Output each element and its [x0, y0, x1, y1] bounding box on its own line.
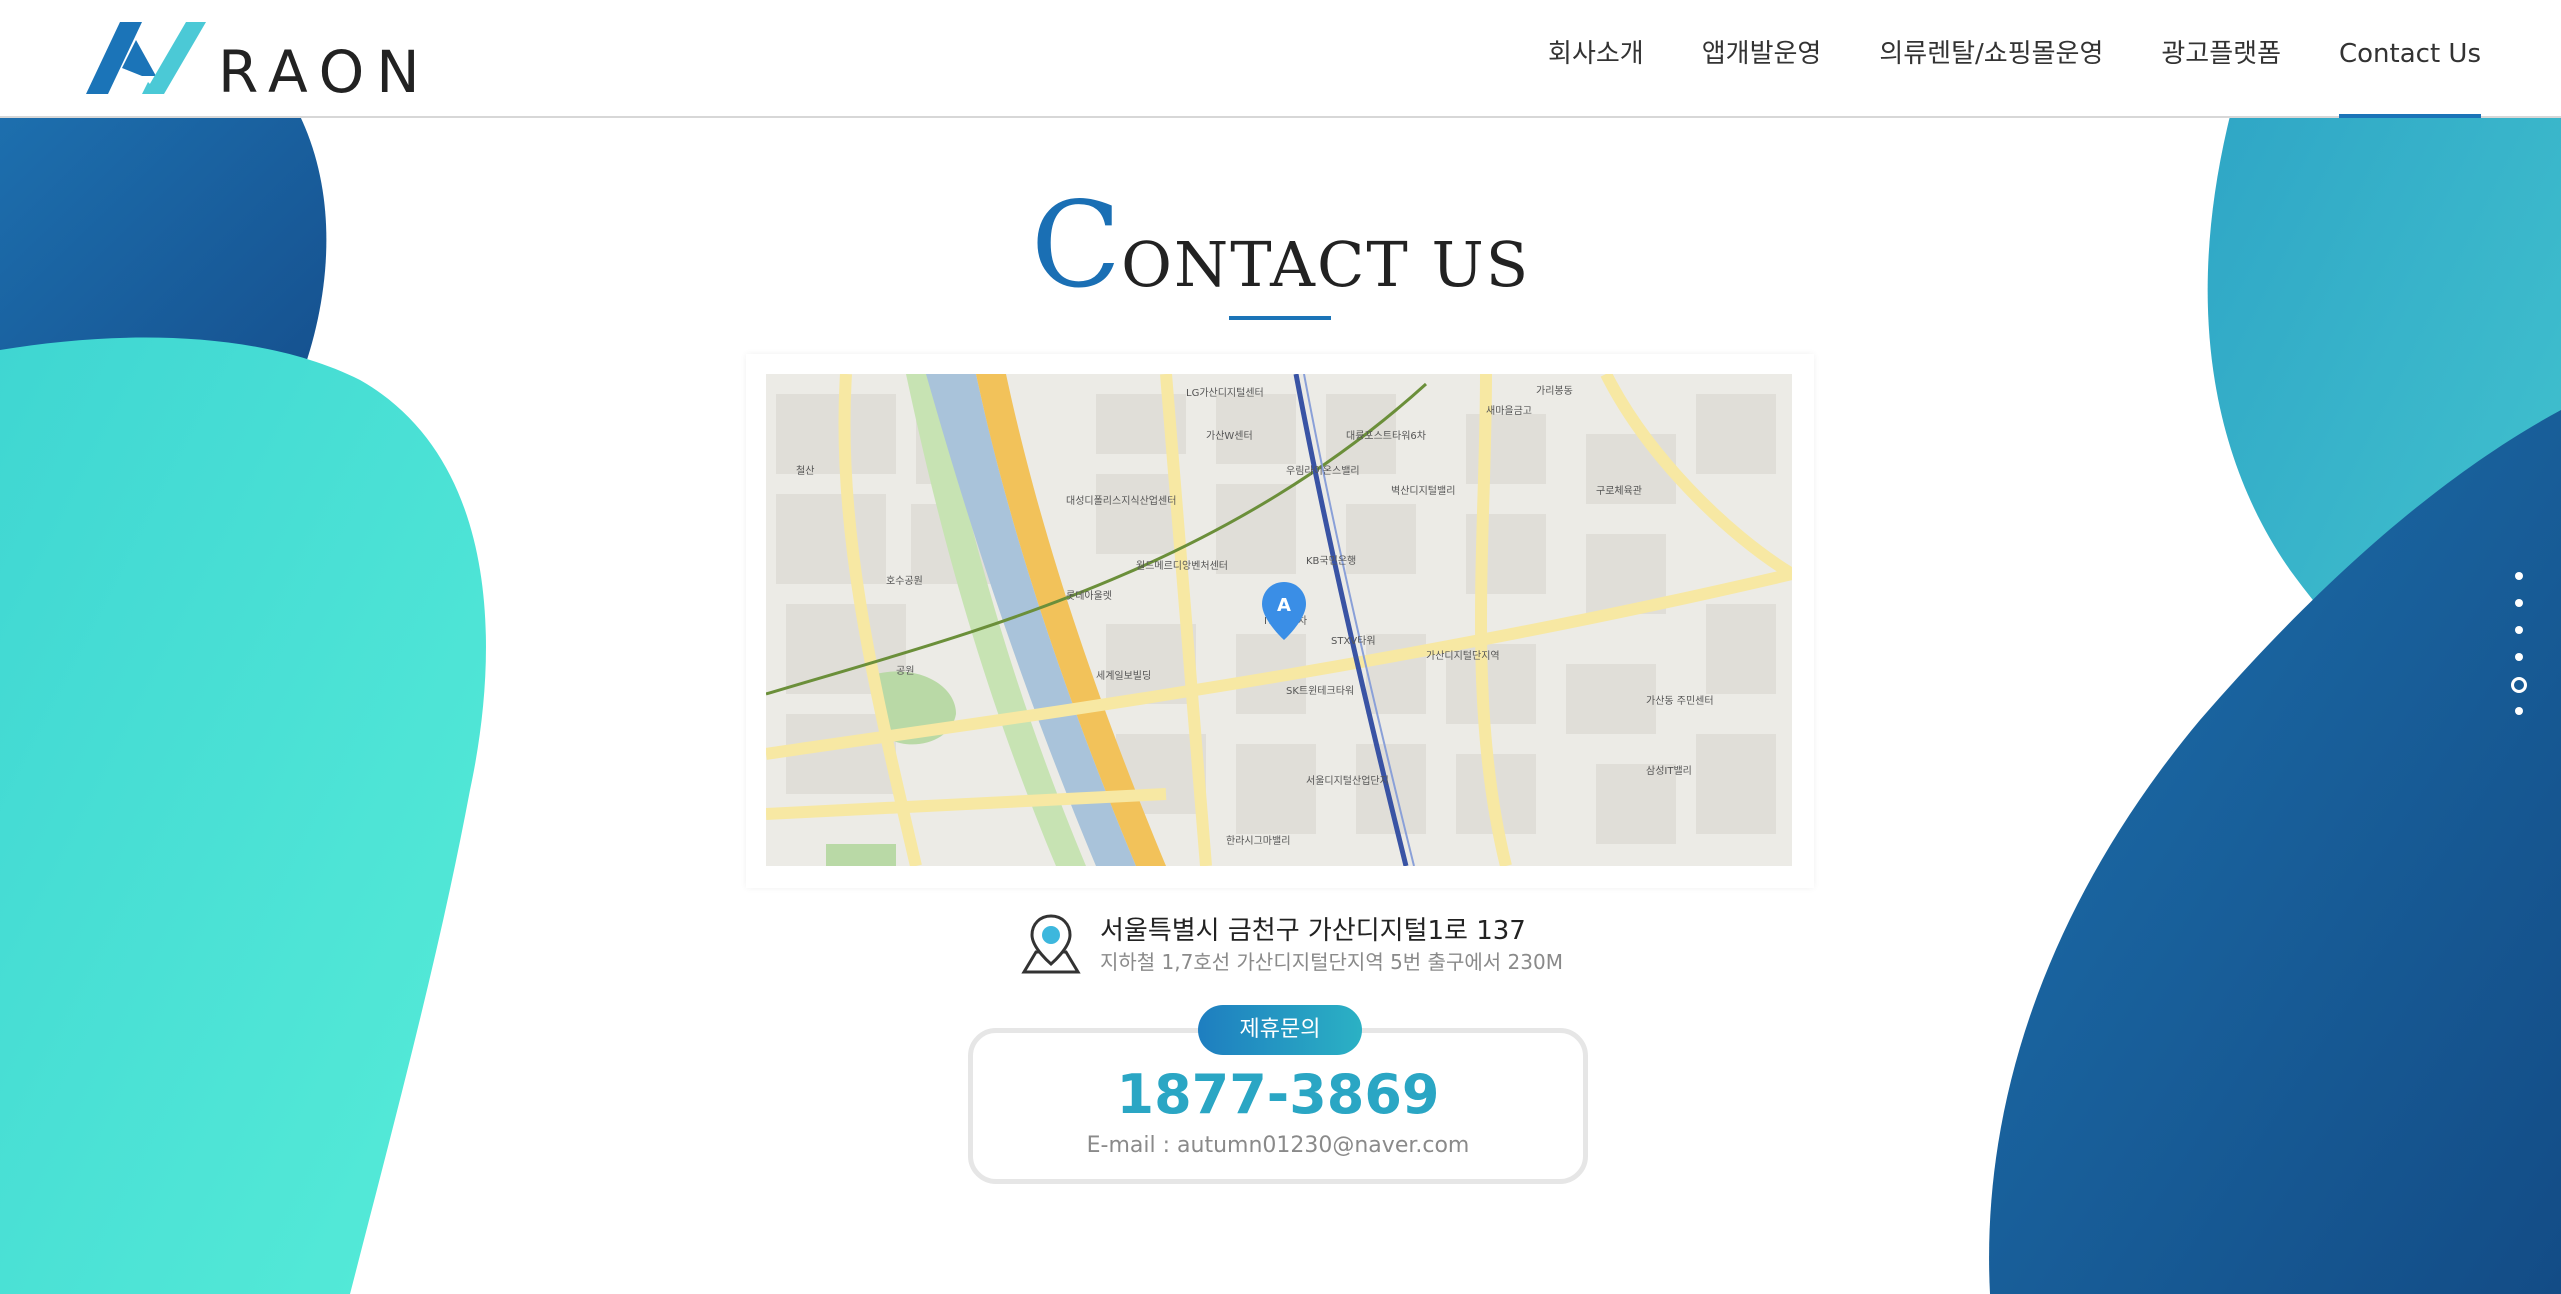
map-label: 한라시그마밸리	[1226, 835, 1290, 847]
map-label: 새마을금고	[1486, 405, 1532, 417]
map-label: 가산W센터	[1206, 430, 1253, 442]
map-label: 벽산디지털밸리	[1391, 485, 1455, 497]
location-pin-icon	[1021, 914, 1081, 974]
main-nav: 회사소개 앱개발운영 의류렌탈/쇼핑몰운영 광고플랫폼 Contact Us	[1490, 0, 2481, 118]
title-underline	[1229, 316, 1331, 320]
page-title-initial: C	[1030, 176, 1122, 314]
map-card: LG가산디지털센터 가산W센터 대륭포스트타워6차 새마을금고 벽산디지털밸리 …	[746, 354, 1814, 888]
map-label: 가리봉동	[1536, 385, 1573, 397]
nav-item-ad-platform[interactable]: 광고플랫폼	[2161, 0, 2281, 116]
map-label: 세계일보빌딩	[1096, 670, 1151, 682]
nav-item-contact[interactable]: Contact Us	[2339, 0, 2481, 118]
pager-dot[interactable]	[2515, 653, 2523, 661]
map-label: SK트윈테크타워	[1286, 684, 1354, 697]
map-label: 가산동 주민센터	[1646, 695, 1714, 707]
nav-item-rental-shop[interactable]: 의류렌탈/쇼핑몰운영	[1879, 0, 2103, 116]
logo-mark-icon	[86, 22, 206, 94]
map-label: 우림라이온스밸리	[1286, 465, 1360, 477]
map-label: 대성디폴리스지식산업센터	[1066, 494, 1176, 507]
map-label: KB국민은행	[1306, 555, 1356, 567]
site-header: RAON 회사소개 앱개발운영 의류렌탈/쇼핑몰운영 광고플랫폼 Contact…	[0, 0, 2561, 118]
map-label: 대륭포스트타워6차	[1346, 429, 1426, 442]
location-map[interactable]: LG가산디지털센터 가산W센터 대륭포스트타워6차 새마을금고 벽산디지털밸리 …	[766, 374, 1792, 866]
map-graphic: LG가산디지털센터 가산W센터 대륭포스트타워6차 새마을금고 벽산디지털밸리 …	[766, 374, 1792, 866]
pager-dot[interactable]	[2515, 707, 2523, 715]
map-marker-label: A	[1277, 595, 1291, 616]
raon-logo[interactable]: RAON	[86, 18, 420, 106]
map-label: 구로체육관	[1596, 485, 1642, 497]
map-label: 월드메르디앙벤처센터	[1136, 560, 1228, 572]
page-title-rest: ONTACT US	[1121, 228, 1531, 301]
map-label: STXV타워	[1331, 634, 1376, 647]
page-title: CONTACT US	[0, 176, 2561, 314]
address-main: 서울특별시 금천구 가산디지털1로 137	[1100, 916, 1526, 946]
email-address[interactable]: E-mail : autumn01230@naver.com	[973, 1133, 1583, 1158]
logo-text: RAON	[218, 38, 432, 106]
pager-dot[interactable]	[2515, 626, 2523, 634]
section-pager	[2510, 572, 2530, 732]
phone-number[interactable]: 1877-3869	[973, 1063, 1583, 1126]
pager-dot[interactable]	[2515, 572, 2523, 580]
address-directions: 지하철 1,7호선 가산디지털단지역 5번 출구에서 230M	[1100, 950, 1563, 974]
pager-dot[interactable]	[2515, 599, 2523, 607]
map-label: 삼성IT밸리	[1646, 765, 1692, 777]
map-label: 공원	[896, 665, 914, 677]
nav-item-company[interactable]: 회사소개	[1548, 0, 1644, 116]
map-label: 서울디지털산업단지	[1306, 774, 1389, 787]
map-label: 가산디지털단지역	[1426, 650, 1500, 662]
map-label: LG가산디지털센터	[1186, 387, 1264, 399]
partnership-badge: 제휴문의	[1198, 1005, 1362, 1055]
pager-dot[interactable]	[2511, 677, 2527, 693]
nav-item-app-dev[interactable]: 앱개발운영	[1702, 0, 1822, 116]
map-label: 롯데아울렛	[1066, 590, 1112, 602]
map-label: 철산	[796, 465, 814, 477]
map-label: 호수공원	[886, 575, 923, 587]
